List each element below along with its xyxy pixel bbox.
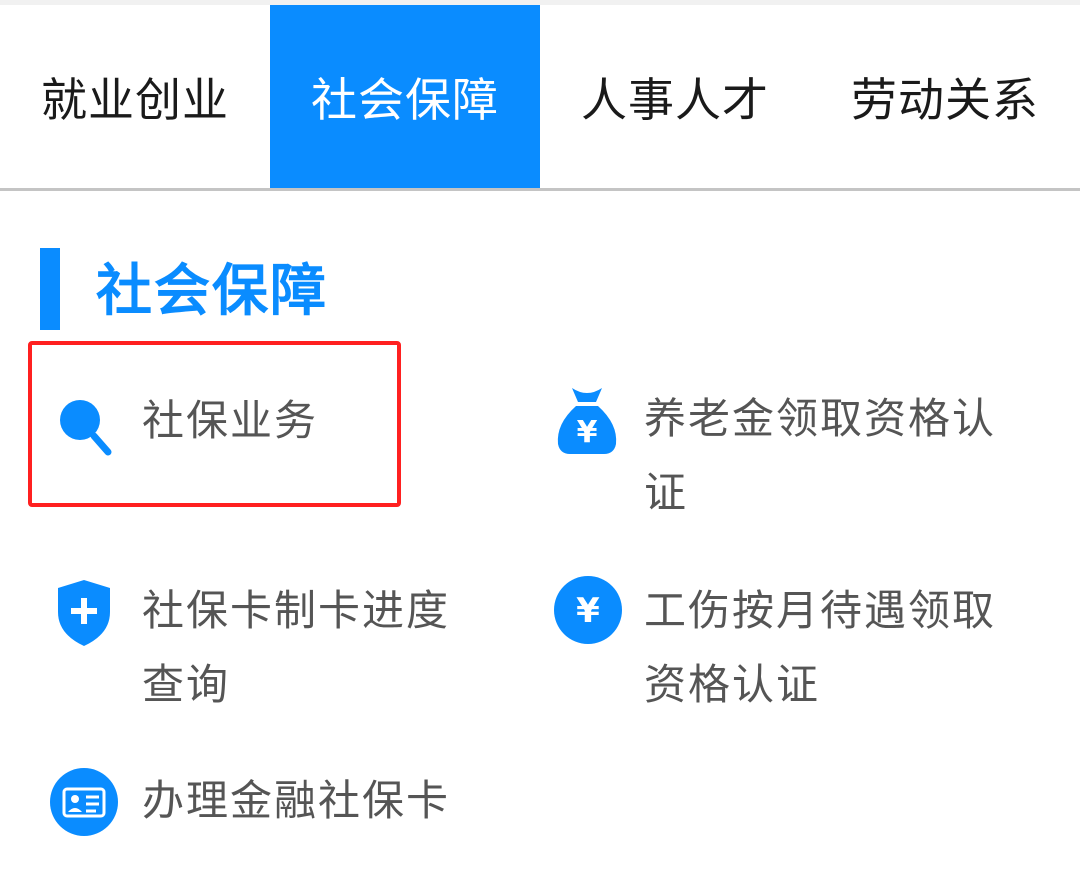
service-item-work-injury-qualification[interactable]: ¥ 工伤按月待遇领取资格认证 [554,574,1014,724]
service-label: 社保卡制卡进度查询 [142,586,451,709]
tab-employment[interactable]: 就业创业 [0,5,270,188]
shield-plus-icon [58,580,110,646]
tab-social-security[interactable]: 社会保障 [270,5,540,188]
highlight-box [28,341,401,507]
tab-personnel[interactable]: 人事人才 [540,5,810,188]
service-item-pension-qualification[interactable]: ¥ 养老金领取资格认证 [554,384,1014,534]
tab-labor-relations[interactable]: 劳动关系 [810,5,1080,188]
yen-circle-icon: ¥ [554,576,622,644]
section-accent-bar [40,248,60,330]
money-bag-icon: ¥ [557,388,617,454]
service-label: 办理金融社保卡 [142,776,451,825]
id-card-icon [50,768,118,836]
svg-text:¥: ¥ [577,415,598,450]
service-label: 工伤按月待遇领取资格认证 [644,586,997,709]
section-title: 社会保障 [96,259,328,324]
service-label: 养老金领取资格认证 [644,394,997,517]
service-item-apply-financial-card[interactable]: 办理金融社保卡 [50,764,470,844]
svg-text:¥: ¥ [576,591,600,631]
category-tab-bar: 就业创业 社会保障 人事人才 劳动关系 [0,5,1080,191]
service-item-card-progress-query[interactable]: 社保卡制卡进度查询 [56,574,496,724]
